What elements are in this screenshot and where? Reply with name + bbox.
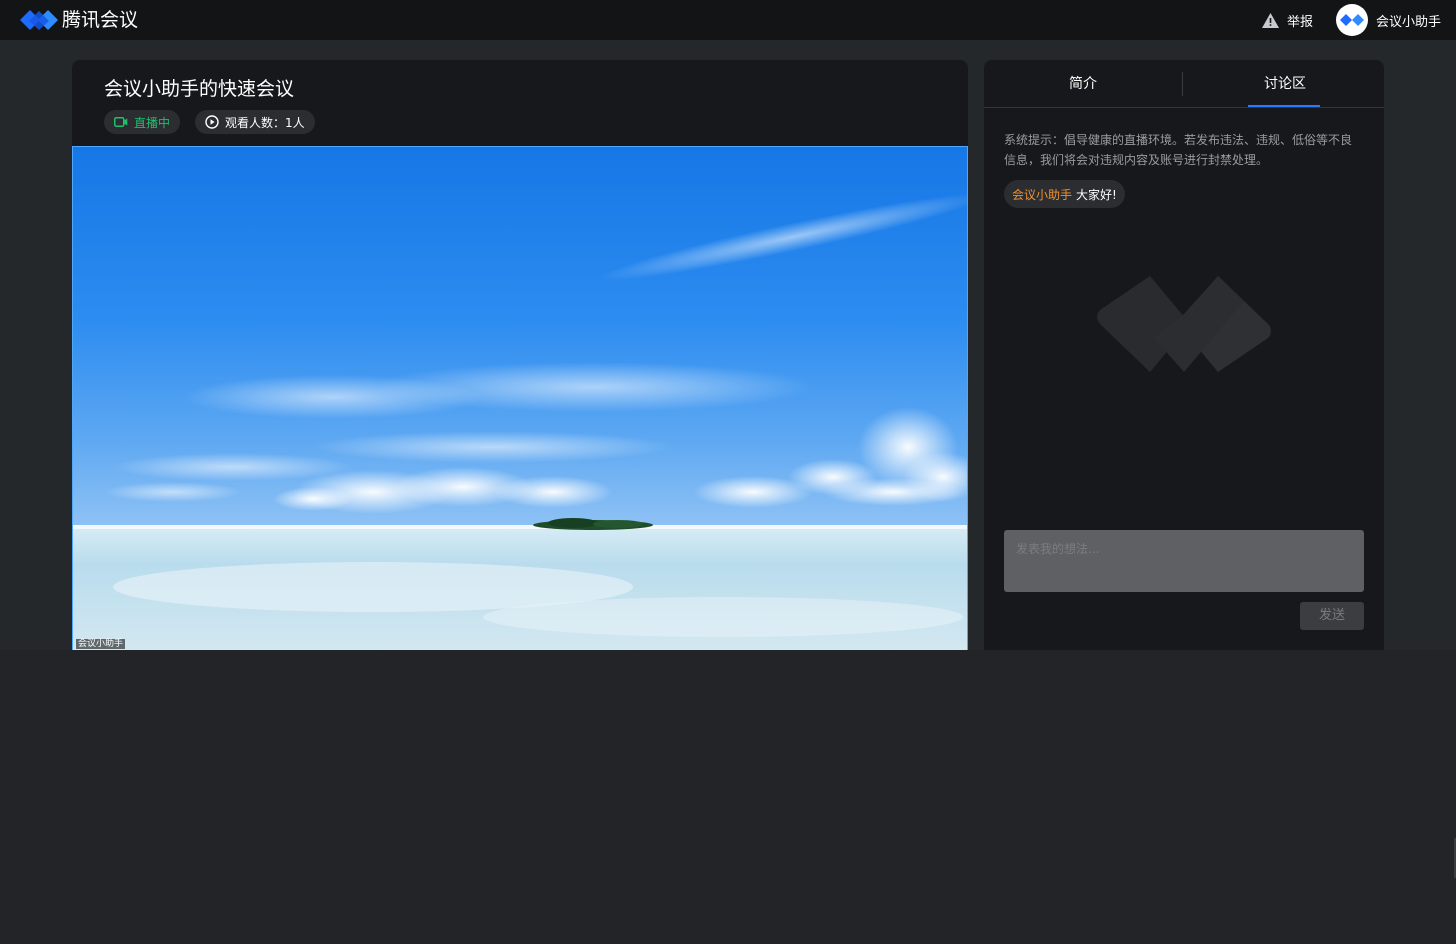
app-name: 腾讯会议 bbox=[62, 9, 139, 31]
meeting-title: 会议小助手的快速会议 bbox=[104, 78, 295, 100]
viewer-count: 观看人数：1人 bbox=[225, 115, 305, 130]
tab-bar: 简介 讨论区 bbox=[984, 60, 1384, 108]
tab-divider bbox=[1182, 72, 1183, 96]
chat-message: 会议小助手 大家好! bbox=[1004, 180, 1125, 208]
comment-input-box[interactable] bbox=[1004, 530, 1364, 592]
video-frame bbox=[73, 147, 967, 650]
live-status-badge: 直播中 bbox=[104, 110, 181, 134]
avatar bbox=[1336, 4, 1368, 36]
tab-intro[interactable]: 简介 bbox=[984, 60, 1182, 108]
warning-icon bbox=[1262, 12, 1279, 28]
active-tab-indicator bbox=[1248, 105, 1320, 107]
user-name: 会议小助手 bbox=[1376, 14, 1442, 30]
message-sender: 会议小助手 bbox=[1012, 187, 1073, 202]
viewer-count-badge: 观看人数：1人 bbox=[195, 110, 315, 134]
comment-input[interactable] bbox=[1016, 540, 1352, 582]
watermark-logo-icon bbox=[1097, 276, 1271, 372]
top-bar: 腾讯会议 举报 会议小助手 bbox=[0, 0, 1456, 40]
send-button[interactable]: 发送 bbox=[1300, 602, 1364, 630]
report-label: 举报 bbox=[1287, 14, 1314, 30]
report-button[interactable]: 举报 bbox=[1262, 11, 1314, 30]
side-panel: 简介 讨论区 系统提示：倡导健康的直播环境。若发布违法、违规、低俗等不良信息，我… bbox=[984, 60, 1384, 650]
live-card: 会议小助手的快速会议 直播中 观看人数：1人 会议小助手 bbox=[72, 60, 968, 650]
user-menu[interactable]: 会议小助手 bbox=[1336, 4, 1441, 36]
play-icon bbox=[205, 115, 219, 129]
camera-icon bbox=[114, 117, 128, 127]
live-video[interactable]: 会议小助手 bbox=[72, 146, 968, 650]
speaker-name-tag: 会议小助手 bbox=[76, 639, 126, 649]
tab-discussion[interactable]: 讨论区 bbox=[1186, 60, 1384, 108]
system-tip: 系统提示：倡导健康的直播环境。若发布违法、违规、低俗等不良信息，我们将会对违规内… bbox=[1004, 133, 1353, 167]
tencent-meeting-logo-icon bbox=[20, 10, 58, 30]
avatar-logo-icon bbox=[1340, 14, 1364, 26]
message-text: 大家好! bbox=[1076, 187, 1117, 202]
live-label: 直播中 bbox=[134, 115, 171, 130]
